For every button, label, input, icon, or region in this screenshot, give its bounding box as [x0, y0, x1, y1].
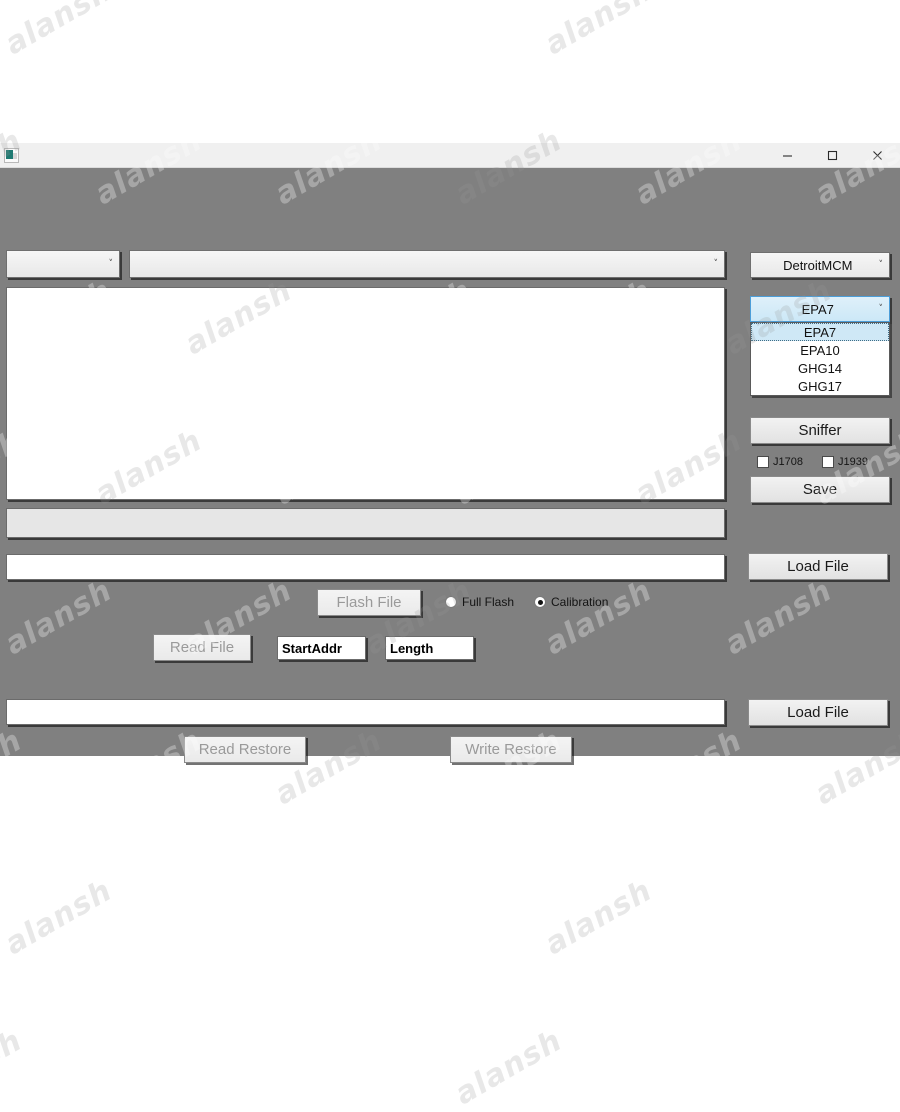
flash-file-button-label: Flash File	[336, 594, 402, 611]
port-combobox[interactable]: ˅	[6, 250, 120, 278]
title-bar	[0, 143, 900, 168]
window-controls	[765, 143, 900, 167]
watermark-text: alansh	[0, 1023, 29, 1112]
watermark-text: alansh	[359, 0, 479, 62]
application-window: ˅ ˅ Flash File Full Flash Calibration Re…	[0, 143, 900, 763]
radio-calibration-label: Calibration	[551, 595, 609, 609]
radio-full-flash[interactable]: Full Flash	[445, 595, 514, 609]
checkbox-j1708-box[interactable]	[757, 456, 769, 468]
sniffer-button[interactable]: Sniffer	[750, 417, 890, 444]
dropdown-option-ghg17-label: GHG17	[797, 378, 843, 394]
brand-combobox[interactable]: DetroitMCM ˅	[750, 252, 890, 278]
watermark-text: alansh	[719, 873, 839, 962]
watermark-text: alansh	[809, 1023, 900, 1112]
dropdown-option-ghg14-label: GHG14	[797, 360, 843, 376]
watermark-text: alansh	[719, 0, 839, 62]
app-icon	[4, 147, 19, 163]
emission-dropdown-list[interactable]: EPA7 EPA10 GHG14 GHG17	[750, 322, 890, 396]
chevron-down-icon: ˅	[878, 260, 884, 270]
write-restore-button-label: Write Restore	[465, 741, 557, 758]
client-area: ˅ ˅ Flash File Full Flash Calibration Re…	[0, 168, 900, 763]
dropdown-option-epa7-label: EPA7	[803, 324, 837, 340]
checkbox-j1708-label: J1708	[773, 456, 803, 468]
checkbox-j1939[interactable]: J1939	[822, 456, 868, 468]
dropdown-option-epa10[interactable]: EPA10	[751, 341, 889, 359]
radio-full-flash-label: Full Flash	[462, 595, 515, 609]
radio-calibration-indicator[interactable]	[534, 596, 546, 608]
device-combobox[interactable]: ˅	[129, 250, 725, 278]
flash-file-path-input[interactable]	[6, 554, 725, 580]
read-restore-button-label: Read Restore	[198, 741, 292, 758]
watermark-text: alansh	[539, 873, 659, 962]
load-file-bottom-button[interactable]: Load File	[748, 699, 888, 726]
checkbox-j1708[interactable]: J1708	[757, 456, 803, 468]
emission-combobox[interactable]: EPA7 ˅	[750, 296, 890, 322]
length-input[interactable]: Length	[385, 636, 474, 660]
chevron-down-icon: ˅	[108, 259, 114, 269]
start-addr-value: StartAddr	[282, 640, 342, 656]
load-file-top-button-label: Load File	[787, 558, 849, 575]
save-button[interactable]: Save	[750, 476, 890, 503]
dropdown-option-epa10-label: EPA10	[800, 342, 840, 358]
read-file-button[interactable]: Read File	[153, 634, 251, 661]
load-file-bottom-button-label: Load File	[787, 704, 849, 721]
start-addr-input[interactable]: StartAddr	[277, 636, 366, 660]
read-restore-button[interactable]: Read Restore	[184, 736, 306, 763]
watermark-text: alansh	[89, 1023, 209, 1112]
flash-file-button[interactable]: Flash File	[317, 589, 421, 616]
watermark-text: alansh	[0, 873, 119, 962]
dropdown-option-ghg17[interactable]: GHG17	[751, 377, 889, 395]
log-textarea[interactable]	[6, 287, 725, 500]
length-value: Length	[390, 640, 434, 656]
emission-combobox-value: EPA7	[801, 301, 834, 317]
watermark-text: alansh	[449, 1023, 569, 1112]
close-button[interactable]	[855, 143, 900, 167]
watermark-text: alansh	[629, 1023, 749, 1112]
watermark-text: alansh	[179, 873, 299, 962]
sniffer-button-label: Sniffer	[798, 422, 842, 439]
save-button-label: Save	[802, 481, 838, 498]
watermark-text: alansh	[359, 873, 479, 962]
load-file-top-button[interactable]: Load File	[748, 553, 888, 580]
checkbox-j1939-box[interactable]	[822, 456, 834, 468]
checkbox-j1939-label: J1939	[838, 456, 868, 468]
dropdown-option-ghg14[interactable]: GHG14	[751, 359, 889, 377]
progress-bar	[6, 508, 725, 538]
chevron-down-icon: ˅	[713, 259, 719, 269]
log-textarea-value	[7, 288, 724, 296]
chevron-down-icon: ˅	[878, 304, 884, 314]
watermark-text: alansh	[269, 1023, 389, 1112]
minimize-button[interactable]	[765, 143, 810, 167]
dropdown-option-epa7[interactable]: EPA7	[751, 323, 889, 341]
read-file-button-label: Read File	[169, 639, 235, 656]
watermark-text: alansh	[179, 0, 299, 62]
maximize-button[interactable]	[810, 143, 855, 167]
restore-file-path-input[interactable]	[6, 699, 725, 725]
watermark-text: alansh	[539, 0, 659, 62]
watermark-text: alansh	[0, 0, 119, 62]
radio-calibration[interactable]: Calibration	[534, 595, 608, 609]
brand-combobox-value: DetroitMCM	[783, 257, 853, 273]
write-restore-button[interactable]: Write Restore	[450, 736, 572, 763]
radio-full-flash-indicator[interactable]	[445, 596, 457, 608]
